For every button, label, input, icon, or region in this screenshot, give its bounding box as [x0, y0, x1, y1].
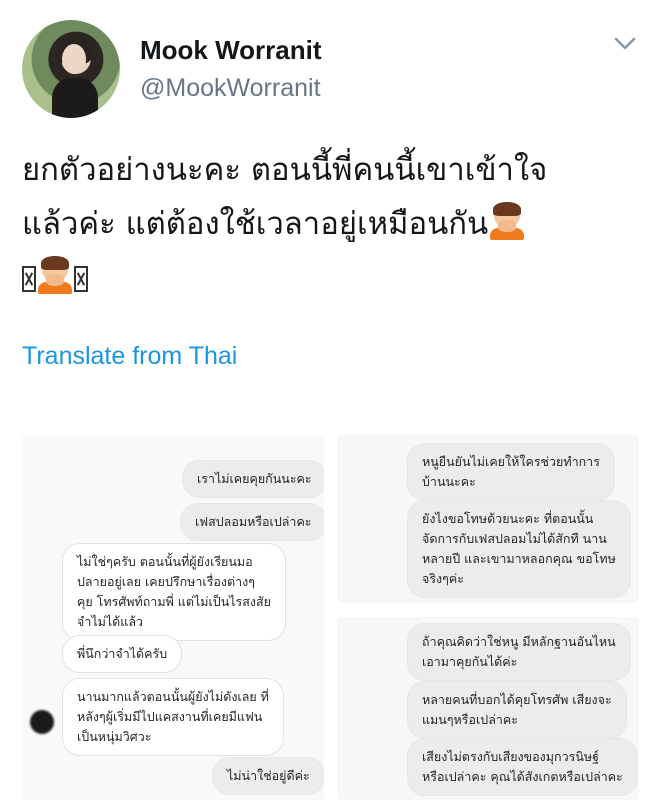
author-handle[interactable]: @MookWorranit	[140, 74, 321, 103]
chevron-down-icon[interactable]	[614, 36, 636, 52]
chat-bubble: พี่นึกว่าจำได้ครับ	[62, 635, 183, 673]
tweet-text-line-3	[22, 251, 647, 305]
chat-bubble: เสียงไม่ตรงกับเสียงของมุกวรนิษฐ์ หรือเปล่…	[407, 738, 638, 796]
tweet-header: Mook Worranit @MookWorranit	[0, 0, 659, 130]
tweet-text-line-1: ยกตัวอย่างนะคะ ตอนนี้พี่คนนี้เขาเข้าใจ	[22, 152, 548, 188]
author-avatar[interactable]	[22, 20, 120, 118]
chat-bubble: ไม่น่าใช่อยู่ดีค่ะ	[212, 757, 324, 795]
chat-bubble: ไม่ใช่ๆครับ ตอนนั้นที่ผู้ยังเรียนมอ ปลายอ…	[62, 543, 286, 641]
chat-bubble: เฟสปลอมหรือเปล่าคะ	[180, 503, 324, 541]
chat-bubble: นานมากแล้วตอนนั้นผู้ยังไม่ดังเลย ที่ หลัง…	[62, 678, 284, 756]
translate-link[interactable]: Translate from Thai	[22, 342, 237, 371]
blurred-avatar	[30, 710, 54, 734]
tweet-text: ยกตัวอย่างนะคะ ตอนนี้พี่คนนี้เขาเข้าใจ แ…	[22, 143, 647, 305]
person-bowing-emoji	[488, 202, 526, 240]
chat-bubble: ยังไงขอโทษด้วยนะคะ ที่ตอนนั้น จัดการกับเฟ…	[407, 500, 631, 598]
tweet-text-line-2: แล้วค่ะ แต่ต้องใช้เวลาอยู่เหมือนกัน	[22, 197, 647, 251]
chat-bubble: ถ้าคุณคิดว่าใช่หนู มีหลักฐานอันไหน เอามาค…	[407, 623, 631, 681]
attached-image-right-bottom[interactable]: ถ้าคุณคิดว่าใช่หนู มีหลักฐานอันไหน เอามาค…	[337, 617, 639, 800]
author-name[interactable]: Mook Worranit	[140, 35, 322, 66]
person-bowing-emoji	[36, 256, 74, 294]
attached-image-left[interactable]: เราไม่เคยคุยกันนะคะ เฟสปลอมหรือเปล่าคะ ไ…	[22, 435, 324, 800]
tweet-text-line-2-text: แล้วค่ะ แต่ต้องใช้เวลาอยู่เหมือนกัน	[22, 206, 489, 242]
chat-bubble: หลายคนที่บอกได้คุยโทรศัพ เสียงจะ แมนๆหรือ…	[407, 681, 627, 739]
missing-glyph	[74, 266, 88, 292]
attached-image-right-top[interactable]: หนูยืนยันไม่เคยให้ใครช่วยทำการ บ้านนะคะ ย…	[337, 435, 639, 603]
chat-bubble: เราไม่เคยคุยกันนะคะ	[182, 460, 324, 498]
missing-glyph	[22, 266, 36, 292]
chat-bubble: หนูยืนยันไม่เคยให้ใครช่วยทำการ บ้านนะคะ	[407, 443, 615, 501]
